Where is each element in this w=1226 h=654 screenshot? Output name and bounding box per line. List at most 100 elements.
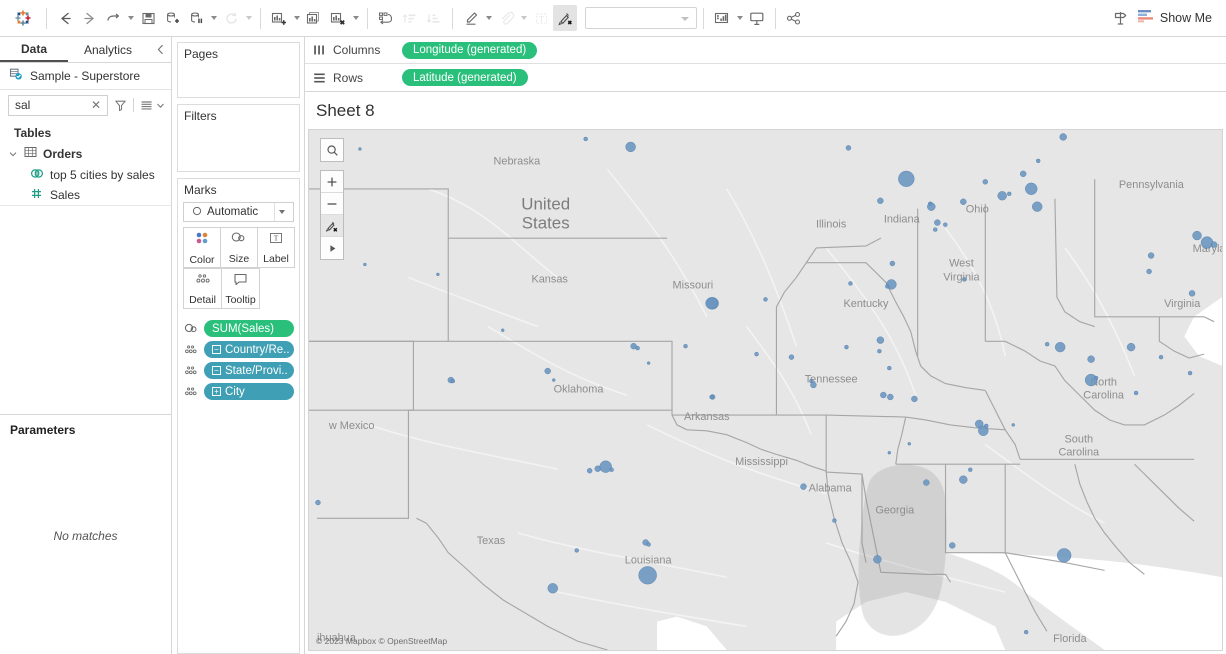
map-mark[interactable] [450, 378, 456, 384]
map-mark[interactable] [1192, 230, 1202, 241]
rows-pill-latitude[interactable]: Latitude (generated) [402, 69, 528, 86]
pause-auto-update-button[interactable] [184, 5, 208, 31]
refresh-dropdown-caret-icon[interactable] [243, 5, 254, 31]
undo-dropdown-caret-icon[interactable] [125, 5, 136, 31]
tree-item-orders[interactable]: Orders [0, 143, 171, 164]
list-view-icon[interactable] [140, 99, 153, 112]
marks-size-button[interactable]: Size [220, 227, 258, 268]
map-mark[interactable] [1011, 423, 1015, 427]
map-mark[interactable] [625, 141, 636, 153]
map-mark[interactable] [949, 542, 956, 549]
marks-pill-country-region[interactable]: − Country/Re.. [204, 341, 294, 358]
map-mark[interactable] [705, 297, 718, 310]
rows-shelf[interactable]: Rows Latitude (generated) [305, 64, 1226, 91]
map-mark[interactable] [638, 566, 657, 585]
map-mark[interactable] [1007, 191, 1012, 196]
map-mark[interactable] [1023, 629, 1029, 635]
marks-pill-city[interactable]: + City [204, 383, 294, 400]
marks-pill-state-province[interactable]: − State/Provi.. [204, 362, 294, 379]
map-mark[interactable] [501, 328, 505, 332]
save-button[interactable] [136, 5, 160, 31]
new-worksheet-button[interactable] [267, 5, 291, 31]
map-mark[interactable] [923, 479, 930, 486]
map-mark[interactable] [754, 351, 759, 357]
map-mark[interactable] [763, 297, 768, 302]
fix-axes-button[interactable] [553, 5, 577, 31]
map-mark[interactable] [1055, 342, 1066, 353]
map-search-button[interactable] [320, 138, 344, 162]
tab-data[interactable]: Data [0, 37, 68, 62]
map-mark[interactable] [800, 483, 807, 490]
tableau-logo-icon[interactable] [6, 3, 40, 33]
map-mark[interactable] [1210, 241, 1218, 248]
map-mark[interactable] [1093, 375, 1099, 381]
fit-size-combo[interactable] [585, 7, 697, 29]
fit-chart-button[interactable] [710, 5, 734, 31]
map-mark[interactable] [1059, 133, 1067, 141]
highlight-button[interactable] [459, 5, 483, 31]
map-mark[interactable] [978, 425, 989, 436]
collapse-box-icon[interactable]: − [212, 366, 221, 375]
new-worksheet-caret-icon[interactable] [291, 5, 302, 31]
map-mark[interactable] [889, 260, 896, 267]
map-mark[interactable] [1084, 373, 1098, 387]
group-caret-icon[interactable] [518, 5, 529, 31]
map-mark[interactable] [1188, 290, 1196, 297]
map-mark[interactable] [810, 381, 817, 389]
sort-ascending-button[interactable] [398, 5, 422, 31]
map-mark[interactable] [885, 284, 890, 289]
collapse-box-icon[interactable]: − [212, 345, 221, 354]
map-mark[interactable] [544, 367, 551, 375]
map-mark[interactable] [873, 555, 882, 564]
map-mark[interactable] [1147, 252, 1155, 259]
map-zoom-out-button[interactable] [321, 193, 343, 215]
filters-card[interactable]: Filters [177, 104, 300, 172]
datasource-row[interactable]: Sample - Superstore [0, 63, 171, 90]
map-mark[interactable] [887, 451, 892, 455]
marks-color-button[interactable]: Color [183, 227, 221, 268]
map-mark[interactable] [997, 191, 1007, 201]
map-mark[interactable] [1032, 201, 1043, 212]
map-mark[interactable] [898, 170, 915, 187]
chevron-down-icon[interactable] [156, 101, 165, 110]
map-mark[interactable] [547, 583, 558, 594]
map-mark[interactable] [943, 222, 948, 227]
tree-item-top-5-cities-by-sales[interactable]: top 5 cities by sales [0, 164, 171, 185]
refresh-button[interactable] [219, 5, 243, 31]
map-expand-button[interactable] [321, 237, 343, 259]
map-mark[interactable] [1126, 343, 1136, 352]
pause-dropdown-caret-icon[interactable] [208, 5, 219, 31]
map-mark[interactable] [934, 219, 941, 226]
close-x-icon[interactable]: ✕ [88, 99, 104, 111]
new-data-source-button[interactable] [160, 5, 184, 31]
expand-box-icon[interactable]: + [212, 387, 221, 396]
share-button[interactable] [782, 5, 806, 31]
map-mark[interactable] [574, 548, 579, 553]
map-mark[interactable] [586, 468, 593, 474]
map-mark[interactable] [876, 336, 885, 344]
map-mark[interactable] [788, 354, 795, 360]
map-mark[interactable] [709, 394, 714, 400]
map-mark[interactable] [1158, 355, 1164, 360]
chevron-left-icon[interactable] [156, 37, 165, 62]
pages-card[interactable]: Pages [177, 42, 300, 98]
map-mark[interactable] [960, 198, 967, 205]
map-mark[interactable] [877, 349, 882, 354]
forward-button[interactable] [77, 5, 101, 31]
map-mark[interactable] [968, 467, 973, 472]
map-mark[interactable] [933, 227, 938, 232]
map-pin-clear-icon[interactable] [321, 215, 343, 237]
map-mark[interactable] [1146, 268, 1152, 275]
map-mark[interactable] [1044, 342, 1050, 347]
marks-tooltip-button[interactable]: Tooltip [221, 268, 260, 309]
undo-redo-button[interactable] [101, 5, 125, 31]
columns-pill-longitude[interactable]: Longitude (generated) [402, 41, 538, 59]
map-mark[interactable] [845, 145, 852, 151]
map-mark[interactable] [1020, 170, 1027, 177]
back-button[interactable] [53, 5, 77, 31]
map-mark[interactable] [887, 365, 892, 371]
map-mark[interactable] [887, 393, 894, 401]
map-mark[interactable] [609, 467, 614, 472]
map-mark[interactable] [315, 499, 321, 506]
map-zoom-in-button[interactable] [321, 171, 343, 193]
